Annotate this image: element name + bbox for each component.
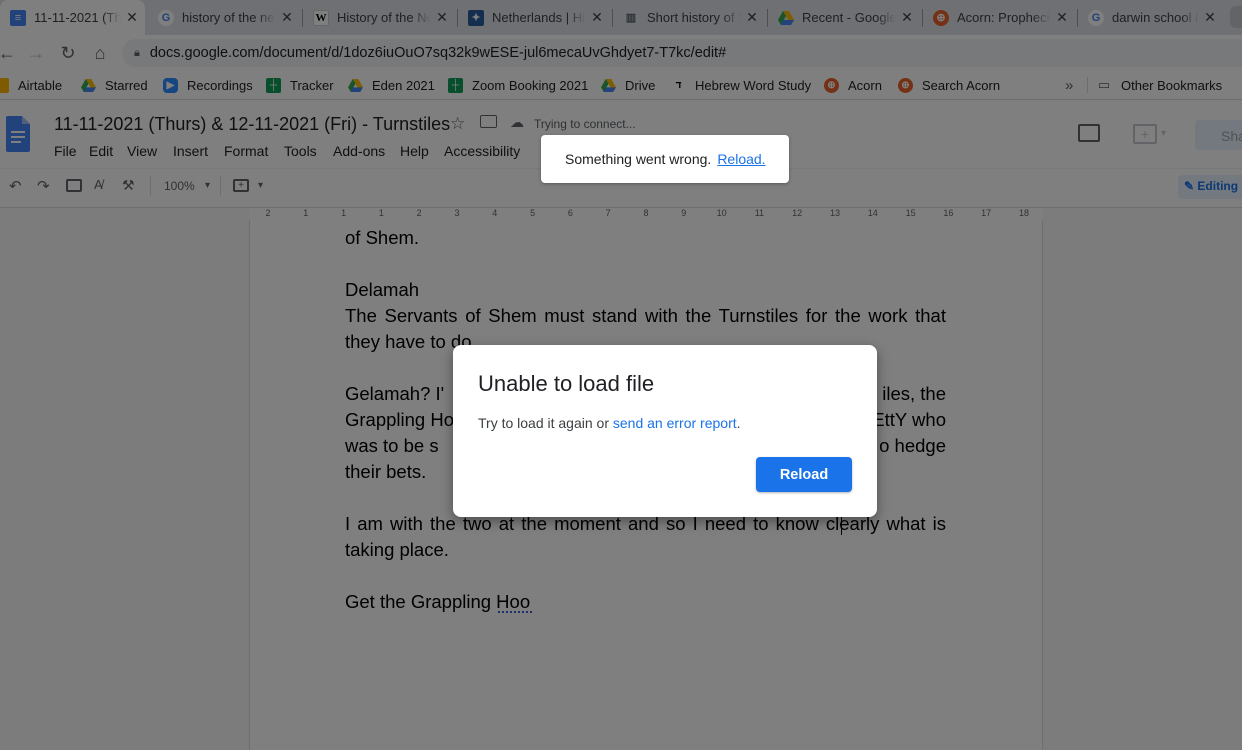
- reload-button[interactable]: Reload: [756, 457, 852, 492]
- snackbar-message: Something went wrong.: [565, 151, 712, 167]
- error-snackbar: Something went wrong. Reload.: [541, 135, 789, 183]
- snackbar-reload-link[interactable]: Reload.: [717, 151, 765, 167]
- dialog-message-suffix: .: [736, 415, 741, 431]
- dialog-message-text: Try to load it again or: [478, 415, 613, 431]
- send-error-report-link[interactable]: send an error report: [613, 415, 737, 431]
- dialog-message: Try to load it again or send an error re…: [478, 415, 741, 431]
- error-dialog: Unable to load file Try to load it again…: [453, 345, 877, 517]
- dialog-title: Unable to load file: [478, 371, 655, 396]
